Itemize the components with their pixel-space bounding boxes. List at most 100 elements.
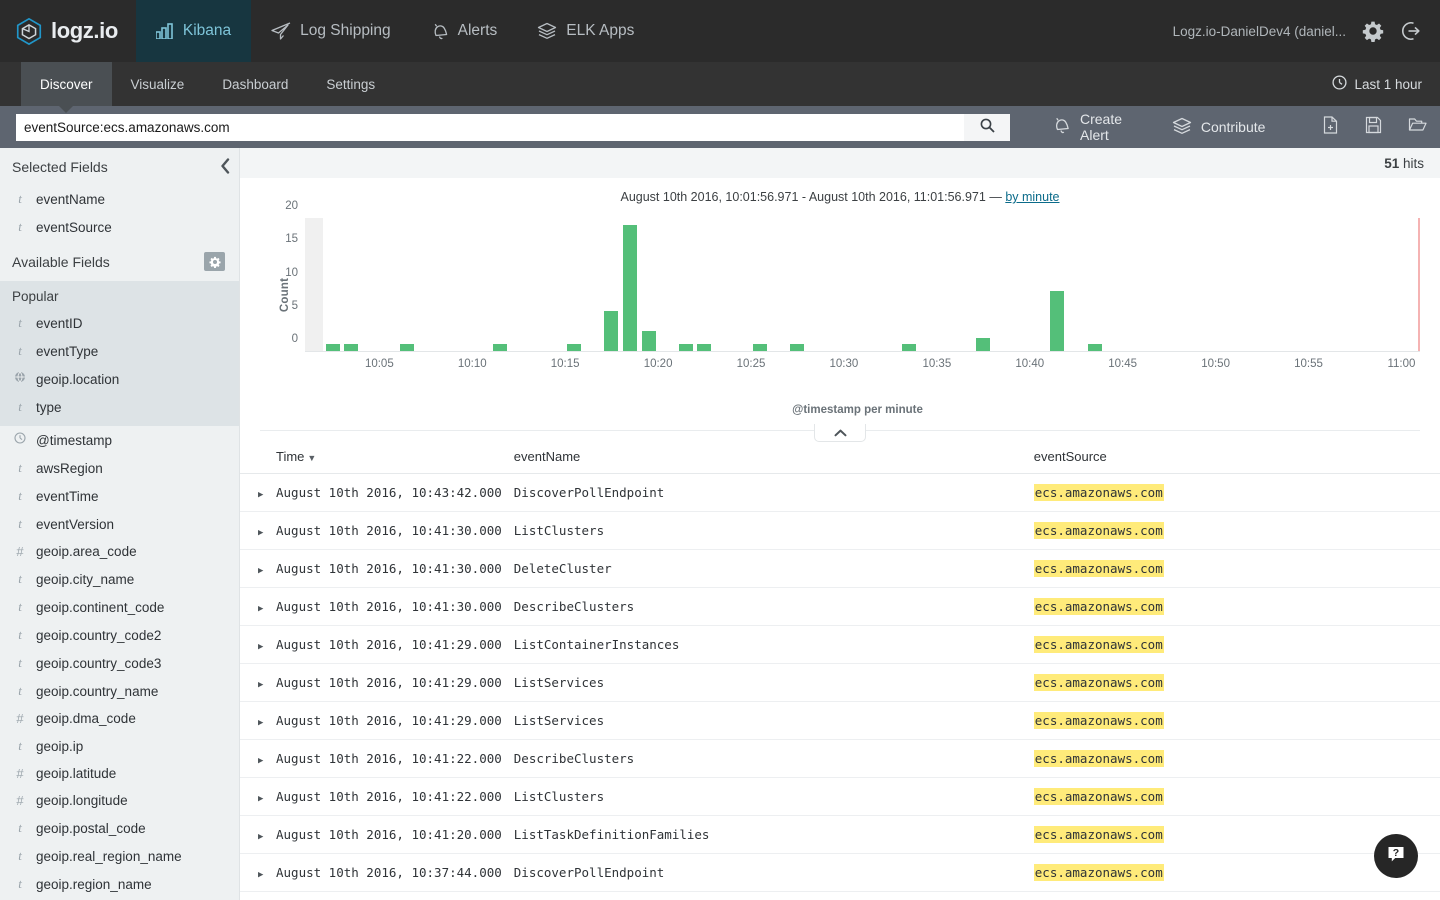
available-field-geoip-region_name[interactable]: t geoip.region_name	[0, 870, 239, 898]
available-field-geoip-country_name[interactable]: t geoip.country_name	[0, 677, 239, 705]
table-row[interactable]: ▶ August 10th 2016, 10:37:44.000 DiscoverP…	[240, 853, 1440, 892]
interval-link[interactable]: by minute	[1005, 190, 1059, 204]
chart-bar[interactable]	[1050, 291, 1065, 351]
chart-bar[interactable]	[678, 344, 693, 351]
caret-right-icon[interactable]: ▶	[258, 566, 263, 576]
available-field--timestamp[interactable]: @timestamp	[0, 426, 239, 454]
chart-bar[interactable]	[344, 344, 359, 351]
table-row[interactable]: ▶ August 10th 2016, 10:41:30.000 DeleteClu…	[240, 549, 1440, 588]
table-row[interactable]: ▶ August 10th 2016, 10:41:22.000 DescribeC…	[240, 739, 1440, 778]
table-row[interactable]: ▶ August 10th 2016, 10:41:29.000 ListServi…	[240, 663, 1440, 702]
chart-bar[interactable]	[790, 344, 805, 351]
chart-bar[interactable]	[901, 344, 916, 351]
caret-right-icon[interactable]: ▶	[258, 604, 263, 614]
save-search-button[interactable]	[1352, 106, 1395, 148]
caret-right-icon[interactable]: ▶	[258, 756, 263, 766]
th-eventsource[interactable]: eventSource	[1027, 445, 1440, 474]
help-button[interactable]: ?	[1374, 834, 1418, 878]
selected-field-eventSource[interactable]: t eventSource	[0, 213, 239, 241]
table-row[interactable]: ▶ August 10th 2016, 10:41:30.000 ListClust…	[240, 511, 1440, 550]
caret-right-icon[interactable]: ▶	[258, 528, 263, 538]
row-expand-cell[interactable]: ▶	[240, 663, 270, 702]
available-field-geoip-ip[interactable]: t geoip.ip	[0, 732, 239, 760]
tab-settings[interactable]: Settings	[307, 62, 394, 106]
available-field-geoip-latitude[interactable]: # geoip.latitude	[0, 760, 239, 787]
available-field-geoip-dma_code[interactable]: # geoip.dma_code	[0, 705, 239, 732]
available-field-geoip-area_code[interactable]: # geoip.area_code	[0, 538, 239, 565]
available-field-eventVersion[interactable]: t eventVersion	[0, 510, 239, 538]
chart-bar[interactable]	[1087, 344, 1102, 351]
search-input[interactable]	[16, 113, 964, 141]
row-expand-cell[interactable]: ▶	[240, 853, 270, 892]
row-expand-cell[interactable]: ▶	[240, 473, 270, 512]
table-row[interactable]: ▶ August 10th 2016, 10:41:22.000 ListClust…	[240, 777, 1440, 816]
row-expand-cell[interactable]: ▶	[240, 511, 270, 550]
caret-right-icon[interactable]: ▶	[258, 490, 263, 500]
available-field-geoip-country_code3[interactable]: t geoip.country_code3	[0, 649, 239, 677]
chart-bar[interactable]	[325, 344, 340, 351]
chart-bar[interactable]	[641, 331, 656, 351]
table-row[interactable]: ▶ August 10th 2016, 10:41:30.000 DescribeC…	[240, 587, 1440, 626]
available-field-eventTime[interactable]: t eventTime	[0, 482, 239, 510]
chart-bar[interactable]	[567, 344, 582, 351]
chart-bar[interactable]	[604, 311, 619, 351]
collapse-chart-button[interactable]	[814, 424, 866, 442]
search-submit-button[interactable]	[964, 113, 1010, 141]
chart-bar[interactable]	[976, 337, 990, 351]
gear-icon[interactable]	[1362, 20, 1384, 42]
field-settings-button[interactable]	[204, 252, 225, 271]
caret-right-icon[interactable]: ▶	[258, 642, 263, 652]
popular-field-geoip-location[interactable]: geoip.location	[0, 365, 239, 393]
topnav-kibana[interactable]: Kibana	[135, 0, 252, 62]
row-expand-cell[interactable]: ▶	[240, 739, 270, 778]
selected-field-eventName[interactable]: t eventName	[0, 185, 239, 213]
available-field-geoip-country_code2[interactable]: t geoip.country_code2	[0, 621, 239, 649]
popular-field-eventType[interactable]: t eventType	[0, 337, 239, 365]
available-field-geoip-real_region_name[interactable]: t geoip.real_region_name	[0, 842, 239, 870]
popular-field-eventID[interactable]: t eventID	[0, 309, 239, 337]
caret-right-icon[interactable]: ▶	[258, 680, 263, 690]
logout-icon[interactable]	[1400, 20, 1422, 42]
popular-field-type[interactable]: t type	[0, 393, 239, 421]
table-row[interactable]: ▶ August 10th 2016, 10:41:29.000 ListConta…	[240, 625, 1440, 664]
chart-bar[interactable]	[399, 344, 414, 351]
chart-bar[interactable]	[622, 224, 637, 351]
th-time[interactable]: Time ▼	[270, 445, 508, 474]
logz-logo[interactable]: logz.io	[0, 0, 136, 62]
available-field-geoip-longitude[interactable]: # geoip.longitude	[0, 787, 239, 814]
chart-plot-area[interactable]: 0 5 10 15 20 10:05 10:10 10:15 10:20 10:25 10:30 10…	[285, 200, 1420, 370]
open-search-button[interactable]	[1395, 106, 1440, 148]
chart-bar[interactable]	[492, 344, 507, 351]
available-field-awsRegion[interactable]: t awsRegion	[0, 454, 239, 482]
caret-right-icon[interactable]: ▶	[258, 870, 263, 880]
available-field-geoip-city_name[interactable]: t geoip.city_name	[0, 565, 239, 593]
chart-bar[interactable]	[697, 344, 712, 351]
row-expand-cell[interactable]: ▶	[240, 587, 270, 626]
new-search-button[interactable]	[1309, 106, 1352, 148]
row-expand-cell[interactable]: ▶	[240, 815, 270, 854]
table-row[interactable]: ▶ August 10th 2016, 10:41:29.000 ListServi…	[240, 701, 1440, 740]
row-expand-cell[interactable]: ▶	[240, 549, 270, 588]
caret-right-icon[interactable]: ▶	[258, 832, 263, 842]
table-row[interactable]: ▶August 10th 2016, 10:37:20.000DiscoverP…	[240, 891, 1440, 900]
row-expand-cell[interactable]: ▶	[240, 701, 270, 740]
caret-right-icon[interactable]: ▶	[258, 794, 263, 804]
tab-visualize[interactable]: Visualize	[112, 62, 204, 106]
topnav-alerts[interactable]: Alerts	[411, 0, 518, 62]
row-expand-cell[interactable]: ▶	[240, 891, 270, 900]
table-row[interactable]: ▶ August 10th 2016, 10:41:20.000 ListTaskD…	[240, 815, 1440, 854]
create-alert-button[interactable]: Create Alert	[1036, 106, 1156, 148]
topnav-log-shipping[interactable]: Log Shipping	[251, 0, 411, 62]
time-range-picker[interactable]: Last 1 hour	[1332, 62, 1440, 106]
chart-bar[interactable]	[753, 344, 767, 351]
account-name[interactable]: Logz.io-DanielDev4 (daniel...	[1173, 24, 1346, 39]
sidebar-collapse-button[interactable]	[220, 158, 231, 177]
caret-right-icon[interactable]: ▶	[258, 718, 263, 728]
available-field-geoip-continent_code[interactable]: t geoip.continent_code	[0, 593, 239, 621]
th-eventname[interactable]: eventName	[507, 445, 1028, 474]
tab-dashboard[interactable]: Dashboard	[203, 62, 307, 106]
available-field-geoip-postal_code[interactable]: t geoip.postal_code	[0, 814, 239, 842]
contribute-button[interactable]: Contribute	[1156, 106, 1282, 148]
table-row[interactable]: ▶ August 10th 2016, 10:43:42.000 DiscoverP…	[240, 473, 1440, 512]
tab-discover[interactable]: Discover	[21, 62, 112, 113]
